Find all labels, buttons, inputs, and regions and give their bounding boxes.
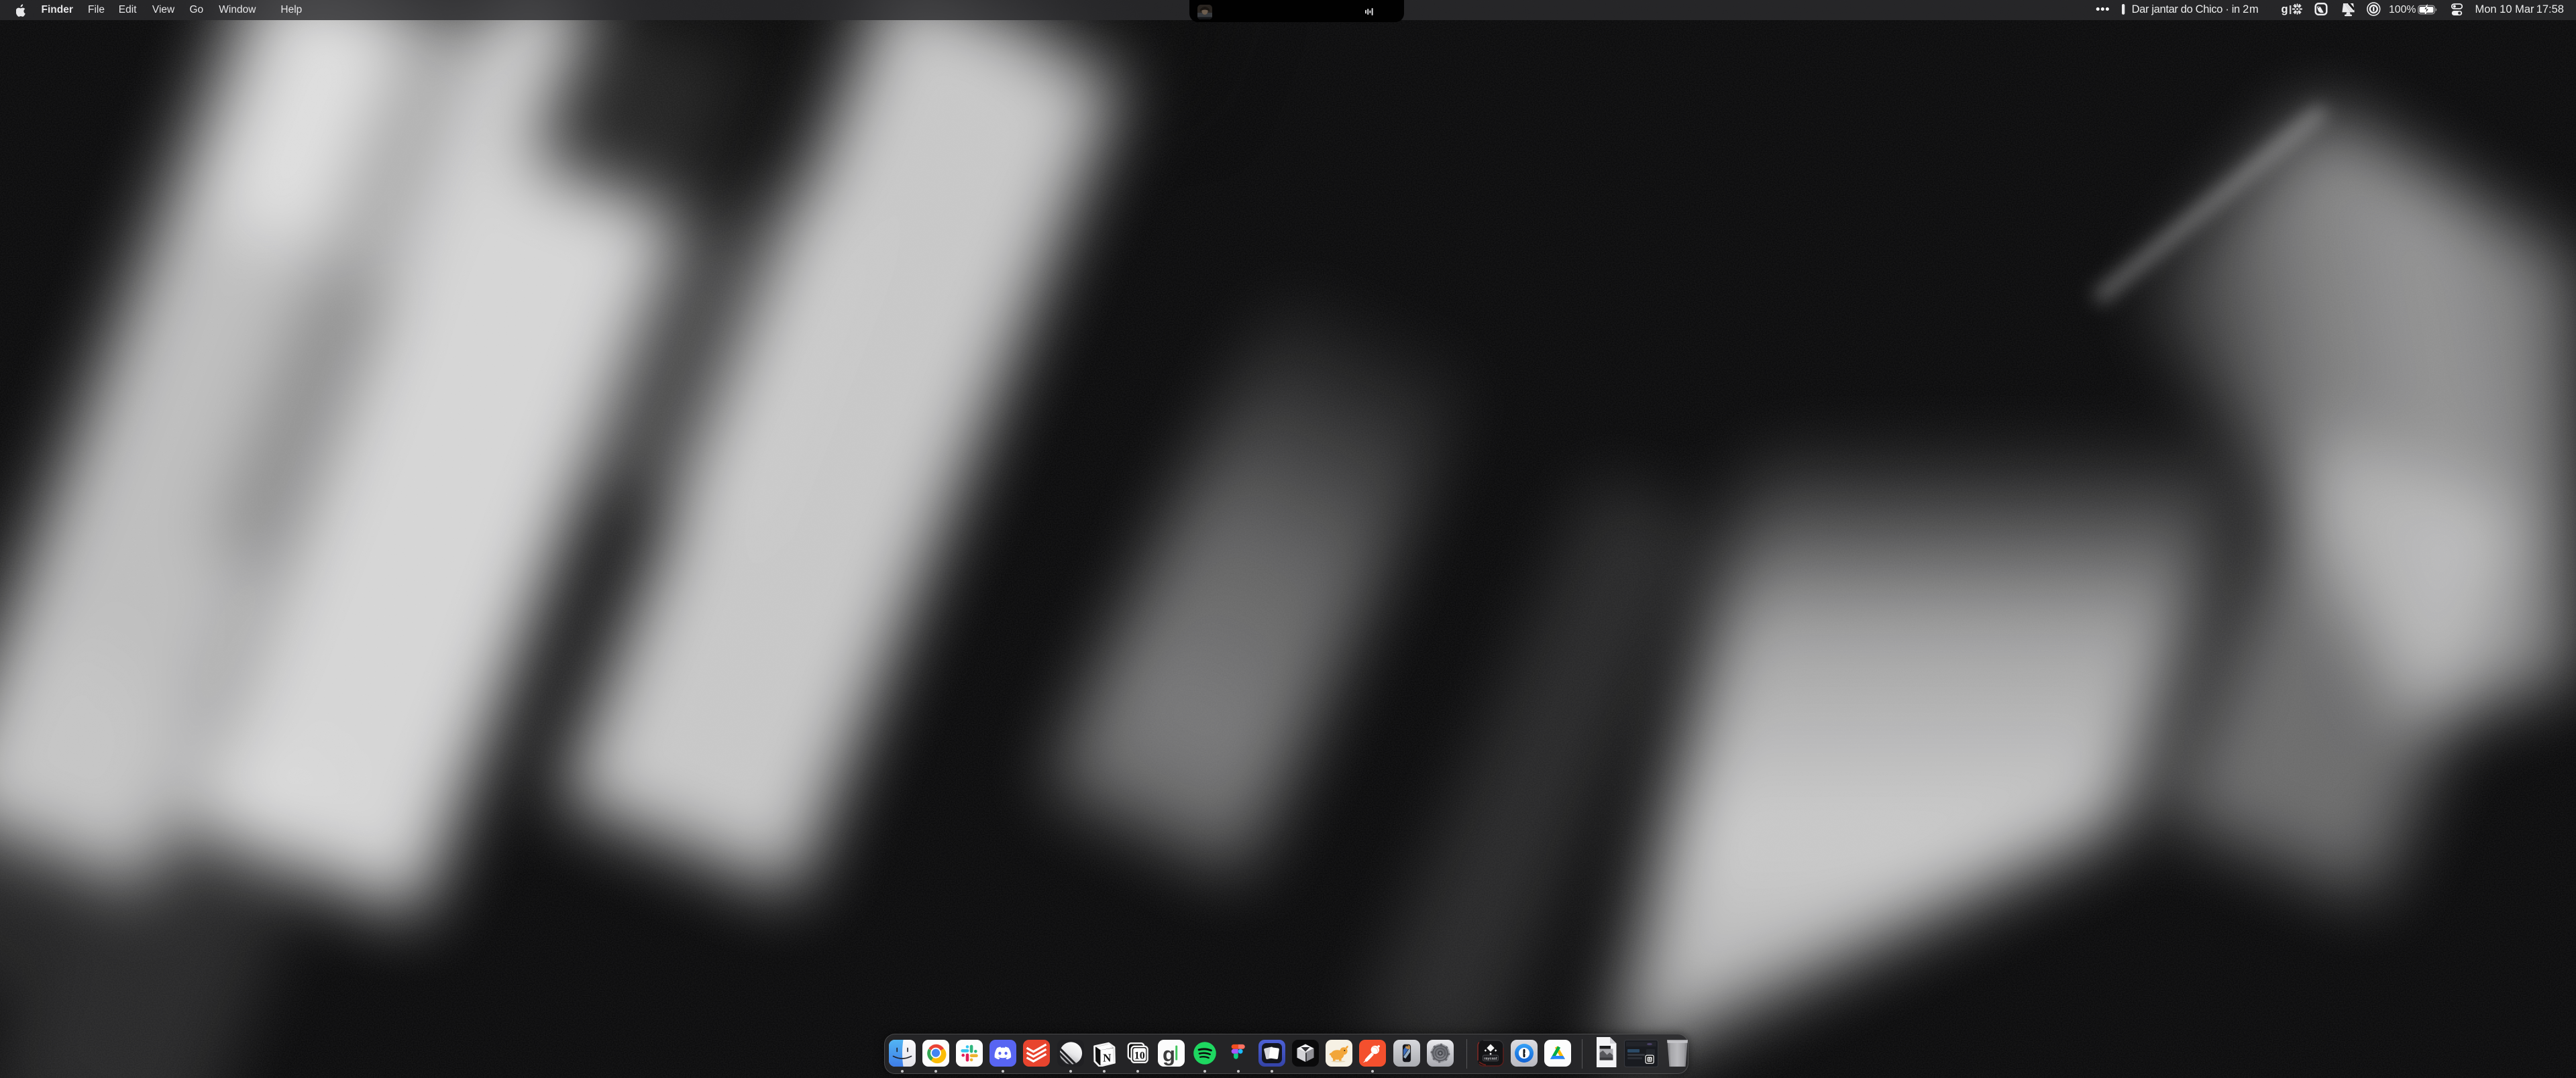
svg-text:10: 10	[1134, 1050, 1144, 1062]
svg-text:g: g	[1163, 1042, 1175, 1066]
svg-text:N: N	[1103, 1051, 1112, 1064]
svg-text:11: 11	[1648, 1058, 1652, 1062]
svg-text:raycast: raycast	[1484, 1057, 1497, 1061]
